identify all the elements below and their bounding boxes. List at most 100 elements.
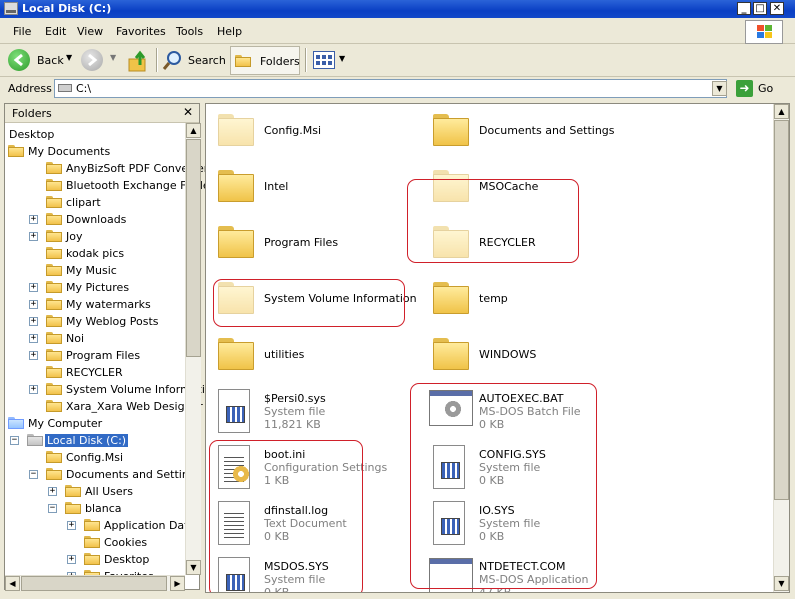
folder-tree-vscrollbar[interactable]: ▲ ▼ <box>185 123 201 575</box>
go-arrow-icon[interactable]: ➜ <box>736 80 753 97</box>
address-input[interactable]: C:\ ▼ <box>54 79 727 98</box>
tree-expander-icon[interactable]: + <box>48 487 57 496</box>
tree-item[interactable]: kodak pics <box>5 245 183 262</box>
folder-item[interactable]: System Volume Information <box>210 274 417 326</box>
tree-expander-icon[interactable]: − <box>29 470 38 479</box>
tree-expander-icon[interactable]: + <box>29 385 38 394</box>
tree-item[interactable]: + My Weblog Posts <box>5 313 183 330</box>
file-item[interactable]: $Persi0.sys System file 11,821 KB <box>210 386 410 438</box>
tree-item[interactable]: + Program Files <box>5 347 183 364</box>
title-bar[interactable]: Local Disk (C:) _ □ ✕ <box>0 0 795 18</box>
forward-button[interactable] <box>81 49 103 71</box>
go-button[interactable]: Go <box>758 82 773 95</box>
tree-item[interactable]: + Noi <box>5 330 183 347</box>
scroll-left-icon[interactable]: ◀ <box>5 576 20 591</box>
tree-expander-icon[interactable]: + <box>29 317 38 326</box>
folders-pane-close-button[interactable]: ✕ <box>183 105 193 119</box>
tree-item[interactable]: − Documents and Settings <box>5 466 202 483</box>
tree-item[interactable]: AnyBizSoft PDF Converter <box>5 160 208 177</box>
file-item[interactable]: IO.SYS System file 0 KB <box>425 498 625 550</box>
forward-dropdown-icon[interactable]: ▼ <box>110 53 116 62</box>
scroll-thumb[interactable] <box>774 120 789 500</box>
tree-expander-icon[interactable]: + <box>29 232 38 241</box>
file-type: MS-DOS Application <box>479 573 589 586</box>
my-music-icon <box>46 264 62 276</box>
tree-item[interactable]: RECYCLER <box>5 364 183 381</box>
tree-expander-icon[interactable]: − <box>48 504 57 513</box>
tree-item[interactable]: + Application Data <box>5 517 195 534</box>
folder-item[interactable]: Config.Msi <box>210 106 410 158</box>
tree-item[interactable]: + System Volume Information <box>5 381 219 398</box>
tree-item[interactable]: Cookies <box>5 534 183 551</box>
folder-item[interactable]: Intel <box>210 162 410 214</box>
tree-item[interactable]: Xara_Xara Web Designer 6 <box>5 398 213 415</box>
tree-expander-icon[interactable]: + <box>67 521 76 530</box>
folders-button[interactable]: Folders <box>230 46 300 75</box>
folder-tree-hscrollbar[interactable]: ◀ ▶ <box>5 575 185 591</box>
views-button[interactable] <box>313 51 335 69</box>
tree-item[interactable]: + All Users <box>5 483 183 500</box>
tree-expander-icon[interactable]: − <box>10 436 19 445</box>
tree-expander-icon[interactable]: + <box>67 555 76 564</box>
tree-item[interactable]: + Downloads <box>5 211 183 228</box>
scroll-right-icon[interactable]: ▶ <box>170 576 185 591</box>
scroll-thumb[interactable] <box>186 139 201 357</box>
folder-item[interactable]: Documents and Settings <box>425 106 625 158</box>
menu-favorites[interactable]: Favorites <box>116 25 166 38</box>
menu-file[interactable]: File <box>13 25 31 38</box>
file-type: System file <box>479 461 541 474</box>
tree-item[interactable]: − blanca <box>5 500 183 517</box>
folder-item[interactable]: RECYCLER <box>425 218 625 270</box>
tree-item-label: Cookies <box>104 536 148 549</box>
file-item[interactable]: boot.ini Configuration Settings 1 KB <box>210 442 410 494</box>
file-item[interactable]: dfinstall.log Text Document 0 KB <box>210 498 410 550</box>
tree-item[interactable]: My Computer <box>5 415 183 432</box>
tree-item[interactable]: − Local Disk (C:) <box>5 432 183 449</box>
file-item[interactable]: NTDETECT.COM MS-DOS Application 47 KB <box>425 554 625 592</box>
tree-item[interactable]: + Desktop <box>5 551 183 568</box>
tree-expander-icon[interactable]: + <box>29 283 38 292</box>
tree-item[interactable]: + Joy <box>5 228 183 245</box>
scroll-up-icon[interactable]: ▲ <box>186 123 201 138</box>
back-dropdown-icon[interactable]: ▼ <box>66 53 72 62</box>
tree-expander-icon[interactable]: + <box>29 215 38 224</box>
up-folder-button[interactable] <box>126 49 150 73</box>
file-list-vscrollbar[interactable]: ▲ ▼ <box>773 104 789 592</box>
tree-item[interactable]: Config.Msi <box>5 449 183 466</box>
maximize-button[interactable]: □ <box>753 2 767 15</box>
folder-item[interactable]: temp <box>425 274 625 326</box>
file-item[interactable]: MSDOS.SYS System file 0 KB <box>210 554 410 593</box>
menu-tools[interactable]: Tools <box>176 25 203 38</box>
folder-name: Config.Msi <box>264 124 322 137</box>
folder-icon <box>46 247 62 259</box>
menu-help[interactable]: Help <box>217 25 242 38</box>
menu-view[interactable]: View <box>77 25 103 38</box>
tree-item-label: Documents and Settings <box>66 468 202 481</box>
address-dropdown-icon[interactable]: ▼ <box>712 81 727 96</box>
scroll-down-icon[interactable]: ▼ <box>186 560 201 575</box>
tree-expander-icon[interactable]: + <box>29 334 38 343</box>
scroll-down-icon[interactable]: ▼ <box>774 576 789 591</box>
views-dropdown-icon[interactable]: ▼ <box>339 54 345 63</box>
folder-item[interactable]: Program Files <box>210 218 410 270</box>
file-item[interactable]: CONFIG.SYS System file 0 KB <box>425 442 625 494</box>
folder-item[interactable]: utilities <box>210 330 410 382</box>
hscroll-thumb[interactable] <box>21 576 167 591</box>
file-item[interactable]: AUTOEXEC.BAT MS-DOS Batch File 0 KB <box>425 386 625 438</box>
folder-item[interactable]: WINDOWS <box>425 330 625 382</box>
tree-item[interactable]: Bluetooth Exchange Folder <box>5 177 214 194</box>
minimize-button[interactable]: _ <box>737 2 751 15</box>
menu-edit[interactable]: Edit <box>45 25 66 38</box>
tree-item[interactable]: + My Pictures <box>5 279 183 296</box>
tree-item[interactable]: + My watermarks <box>5 296 183 313</box>
tree-item[interactable]: My Music <box>5 262 183 279</box>
tree-item[interactable]: My Documents <box>5 143 183 160</box>
folder-item[interactable]: MSOCache <box>425 162 625 214</box>
tree-expander-icon[interactable]: + <box>29 351 38 360</box>
tree-expander-icon[interactable]: + <box>29 300 38 309</box>
scroll-up-icon[interactable]: ▲ <box>774 104 789 119</box>
tree-item[interactable]: clipart <box>5 194 183 211</box>
file-size: 0 KB <box>264 586 290 593</box>
tree-item[interactable]: Desktop <box>5 126 183 143</box>
close-button[interactable]: ✕ <box>770 2 784 15</box>
